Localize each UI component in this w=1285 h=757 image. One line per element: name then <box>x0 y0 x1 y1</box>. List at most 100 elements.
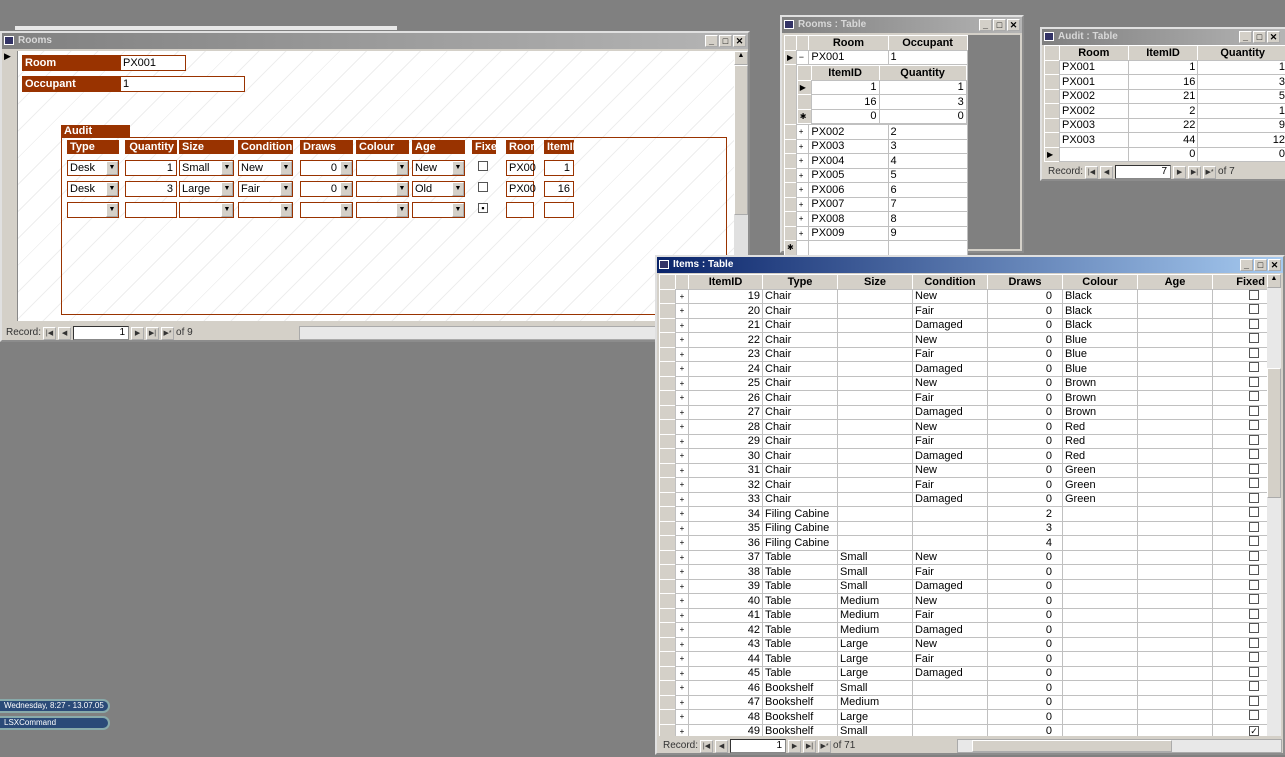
cell[interactable] <box>1137 317 1213 333</box>
row-selector[interactable] <box>659 636 676 652</box>
cell[interactable]: 46 <box>688 680 763 696</box>
cell[interactable] <box>1137 361 1213 377</box>
column-header[interactable]: Condition <box>912 274 988 290</box>
cell[interactable] <box>837 520 913 536</box>
table-row[interactable]: +19 Chair New 0 Black <box>659 288 1267 304</box>
row-selector[interactable] <box>797 94 812 110</box>
subform-size-field[interactable]: ▼ <box>179 202 234 218</box>
cell[interactable] <box>1062 549 1138 565</box>
cell[interactable]: 23 <box>688 346 763 362</box>
subform-quantity-field[interactable]: 3 <box>125 181 177 197</box>
cell[interactable]: Green <box>1062 462 1138 478</box>
table-row[interactable]: +37 Table Small New 0 <box>659 549 1267 565</box>
cell[interactable]: New <box>912 593 988 609</box>
table-row[interactable]: + PX004 4 <box>784 153 968 169</box>
cell[interactable] <box>1059 146 1129 162</box>
cell[interactable]: Brown <box>1062 390 1138 406</box>
cell[interactable]: 2 <box>887 124 968 140</box>
cell[interactable]: Large <box>837 636 913 652</box>
next-record-button[interactable]: ▶ <box>131 326 145 340</box>
cell[interactable]: Table <box>762 593 838 609</box>
dropdown-arrow-icon[interactable]: ▼ <box>106 182 118 196</box>
expand-icon[interactable]: + <box>795 124 810 140</box>
expand-icon[interactable]: + <box>675 288 689 304</box>
fixed-cell[interactable] <box>1212 520 1267 536</box>
cell[interactable]: Chair <box>762 375 838 391</box>
fixed-cell[interactable] <box>1212 651 1267 667</box>
cell[interactable]: 4 <box>987 535 1063 551</box>
cell[interactable]: 0 <box>987 419 1063 435</box>
cell[interactable]: Damaged <box>912 404 988 420</box>
row-selector[interactable] <box>659 578 676 594</box>
cell[interactable] <box>1137 549 1213 565</box>
row-selector[interactable] <box>659 506 676 522</box>
cell[interactable]: 1 <box>810 79 880 95</box>
row-selector[interactable] <box>784 124 797 140</box>
cell[interactable] <box>1062 651 1138 667</box>
table-row[interactable]: +45 Table Large Damaged 0 <box>659 665 1267 681</box>
row-selector[interactable] <box>659 680 676 696</box>
cell[interactable]: 0 <box>810 108 880 124</box>
cell[interactable] <box>912 535 988 551</box>
row-selector[interactable] <box>1044 103 1060 119</box>
subform-age-field[interactable]: New ▼ <box>412 160 465 176</box>
cell[interactable]: 0 <box>987 665 1063 681</box>
row-selector[interactable] <box>659 303 676 319</box>
expand-icon[interactable]: + <box>795 196 810 212</box>
table-row[interactable]: + PX006 6 <box>784 182 968 198</box>
cell[interactable] <box>1137 448 1213 464</box>
title-bar[interactable]: Rooms _ □ ✕ <box>2 33 748 49</box>
dropdown-arrow-icon[interactable]: ▼ <box>340 203 352 217</box>
fixed-cell[interactable] <box>1212 593 1267 609</box>
cell[interactable] <box>1137 288 1213 304</box>
cell[interactable]: PX001 <box>1059 74 1129 90</box>
cell[interactable]: 29 <box>688 433 763 449</box>
cell[interactable]: 45 <box>688 665 763 681</box>
cell[interactable]: 36 <box>688 535 763 551</box>
subform-age-field[interactable]: ▼ <box>412 202 465 218</box>
table-row[interactable]: +31 Chair New 0 Green <box>659 462 1267 478</box>
cell[interactable] <box>1062 535 1138 551</box>
table-row[interactable]: +29 Chair Fair 0 Red <box>659 433 1267 449</box>
cell[interactable]: 21 <box>1127 88 1199 104</box>
new-row[interactable]: ✱ <box>784 240 968 256</box>
fixed-cell[interactable] <box>1212 607 1267 623</box>
table-row[interactable]: ▶ − PX001 1 <box>784 49 968 65</box>
cell[interactable]: 24 <box>688 361 763 377</box>
cell[interactable] <box>1137 680 1213 696</box>
table-row[interactable]: +30 Chair Damaged 0 Red <box>659 448 1267 464</box>
dropdown-arrow-icon[interactable]: ▼ <box>106 161 118 175</box>
table-row[interactable]: +23 Chair Fair 0 Blue <box>659 346 1267 362</box>
expand-icon[interactable]: + <box>675 709 689 725</box>
row-selector[interactable] <box>659 564 676 580</box>
cell[interactable]: 0 <box>987 622 1063 638</box>
cell[interactable] <box>1062 520 1138 536</box>
cell[interactable] <box>1137 651 1213 667</box>
taskbar-clock[interactable]: Wednesday, 8:27 - 13.07.05 <box>0 699 110 713</box>
cell[interactable] <box>1137 506 1213 522</box>
cell[interactable]: PX003 <box>808 138 889 154</box>
table-row[interactable]: +41 Table Medium Fair 0 <box>659 607 1267 623</box>
subform-room-field[interactable]: PX00 <box>506 181 536 197</box>
cell[interactable] <box>837 448 913 464</box>
title-bar[interactable]: Rooms : Table _ □ ✕ <box>782 17 1022 33</box>
close-button[interactable]: ✕ <box>1007 19 1020 31</box>
fixed-cell[interactable] <box>1212 419 1267 435</box>
expand-icon[interactable]: + <box>675 506 689 522</box>
table-row[interactable]: +26 Chair Fair 0 Brown <box>659 390 1267 406</box>
expand-icon[interactable]: + <box>675 491 689 507</box>
cell[interactable] <box>912 723 988 736</box>
column-header[interactable]: Age <box>1137 274 1213 290</box>
fixed-checkbox[interactable] <box>1249 463 1259 474</box>
row-selector[interactable] <box>659 520 676 536</box>
cell[interactable]: New <box>912 419 988 435</box>
cell[interactable]: 1 <box>878 79 967 95</box>
close-button[interactable]: ✕ <box>1268 259 1281 271</box>
cell[interactable]: New <box>912 549 988 565</box>
cell[interactable]: Table <box>762 549 838 565</box>
cell[interactable]: Large <box>837 651 913 667</box>
next-record-button[interactable]: ▶ <box>1173 165 1187 179</box>
cell[interactable]: 0 <box>987 346 1063 362</box>
dropdown-arrow-icon[interactable]: ▼ <box>221 203 233 217</box>
fixed-cell[interactable] <box>1212 680 1267 696</box>
